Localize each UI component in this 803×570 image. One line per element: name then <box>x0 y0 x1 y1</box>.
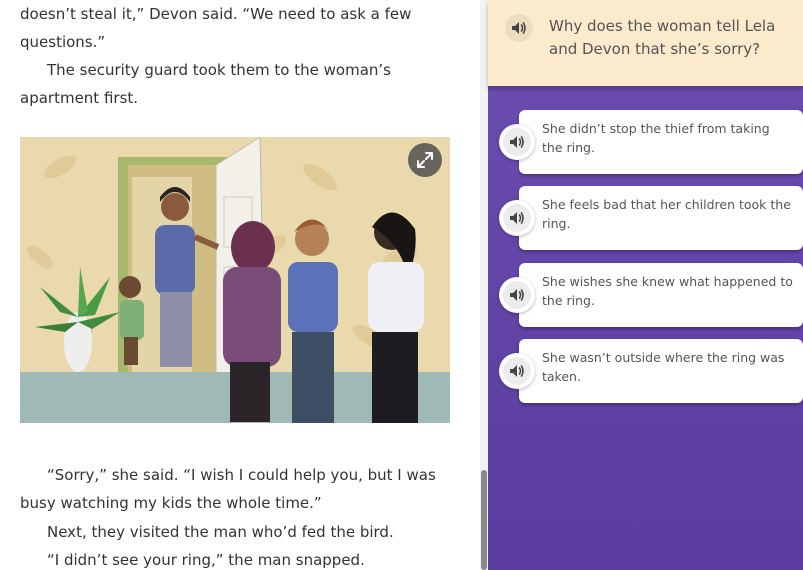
answer-choice-text: She didn’t stop the thief from taking th… <box>542 121 770 155</box>
question-header: Why does the woman tell Lela and Devon t… <box>488 0 803 86</box>
speaker-icon <box>510 136 524 148</box>
story-paragraph: Next, they visited the man who’d fed the… <box>47 523 394 541</box>
story-paragraph: “I didn’t see your ring,” the man snappe… <box>47 551 365 569</box>
scrollbar-thumb[interactable] <box>481 470 487 570</box>
answer-choice-4[interactable]: She wasn’t outside where the ring was ta… <box>519 339 803 403</box>
choice-3-audio-button[interactable] <box>499 277 535 313</box>
expand-arrows-icon <box>417 152 433 168</box>
audio-button-inner <box>503 357 531 385</box>
speaker-icon <box>510 289 524 301</box>
audio-button-inner <box>503 128 531 156</box>
reading-activity: doesn’t steal it,” Devon said. “We need … <box>0 0 803 570</box>
answer-choice-text: She feels bad that her children took the… <box>542 197 791 231</box>
choice-2-audio-button[interactable] <box>499 200 535 236</box>
story-paragraph: doesn’t steal it,” Devon said. “We need … <box>20 5 412 51</box>
speaker-icon <box>512 22 526 34</box>
story-paragraph: “Sorry,” she said. “I wish I could help … <box>20 466 436 512</box>
choice-4-audio-button[interactable] <box>499 353 535 389</box>
question-text: Why does the woman tell Lela and Devon t… <box>549 17 776 58</box>
question-audio-button[interactable] <box>505 14 533 42</box>
audio-button-inner <box>503 204 531 232</box>
answer-choice-text: She wasn’t outside where the ring was ta… <box>542 350 785 384</box>
speaker-icon <box>510 212 524 224</box>
story-illustration <box>20 137 450 423</box>
expand-image-button[interactable] <box>408 143 442 177</box>
choice-1-audio-button[interactable] <box>499 124 535 160</box>
speaker-icon <box>510 365 524 377</box>
story-paragraph: The security guard took them to the woma… <box>20 61 391 107</box>
answer-choice-3[interactable]: She wishes she knew what happened to the… <box>519 263 803 327</box>
question-pane: Why does the woman tell Lela and Devon t… <box>488 0 803 570</box>
answer-choice-1[interactable]: She didn’t stop the thief from taking th… <box>519 110 803 174</box>
answer-choice-2[interactable]: She feels bad that her children took the… <box>519 186 803 250</box>
reading-pane: doesn’t steal it,” Devon said. “We need … <box>0 0 480 570</box>
answer-choice-text: She wishes she knew what happened to the… <box>542 274 793 308</box>
audio-button-inner <box>503 281 531 309</box>
